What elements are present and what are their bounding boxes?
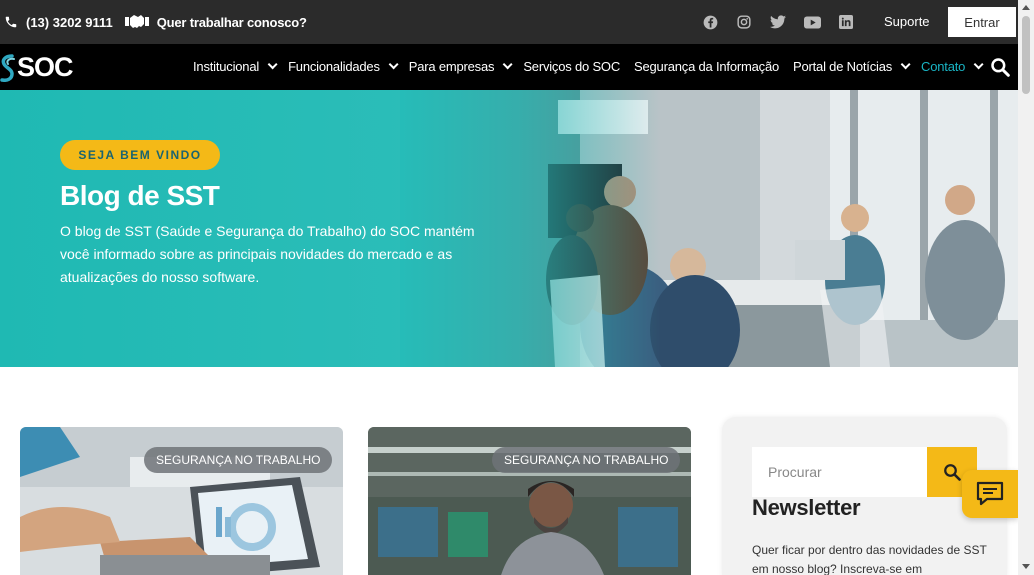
nav-item-portal-de-noticias[interactable]: Portal de Notícias: [793, 59, 911, 74]
chevron-down-icon: [973, 59, 984, 70]
page-scrollbar[interactable]: [1018, 0, 1034, 575]
work-with-us-link[interactable]: Quer trabalhar conosco?: [124, 14, 307, 30]
nav-item-funcionalidades[interactable]: Funcionalidades: [288, 59, 399, 74]
search-icon[interactable]: [990, 57, 1010, 82]
chevron-down-icon: [502, 59, 513, 70]
newsletter-text: Quer ficar por dentro das novidades de S…: [752, 543, 987, 575]
blog-card[interactable]: SEGURANÇA NO TRABALHO: [368, 427, 691, 575]
hero-description: O blog de SST (Saúde e Segurança do Trab…: [60, 223, 475, 285]
chevron-down-icon: [388, 59, 399, 70]
page: (13) 3202 9111 Quer trabalhar conosco? S…: [0, 0, 1034, 575]
blog-card[interactable]: SEGURANÇA NO TRABALHO: [20, 427, 343, 575]
nav-item-institucional[interactable]: Institucional: [193, 59, 278, 74]
search-icon: [944, 464, 961, 481]
search-input[interactable]: Procurar: [752, 447, 928, 497]
soc-logo-mark: [0, 53, 15, 82]
nav-item-label: Funcionalidades: [288, 59, 380, 74]
nav-item-label: Serviços do SOC: [523, 59, 621, 74]
category-tag[interactable]: SEGURANÇA NO TRABALHO: [144, 447, 333, 473]
nav-item-label: Contato: [921, 59, 966, 74]
scrollbar-thumb[interactable]: [1022, 16, 1030, 94]
instagram-icon[interactable]: [734, 12, 754, 32]
nav-item-para-empresas[interactable]: Para empresas: [408, 59, 513, 74]
newsletter-title: Newsletter: [752, 495, 861, 520]
linkedin-icon[interactable]: [836, 12, 856, 32]
nav-item-label: Para empresas: [408, 59, 495, 74]
facebook-icon[interactable]: [700, 12, 720, 32]
phone-link[interactable]: (13) 3202 9111: [4, 15, 113, 30]
nav-item-servicos-do-soc[interactable]: Serviços do SOC: [523, 59, 620, 74]
welcome-badge: SEJA BEM VINDO: [60, 140, 220, 170]
nav-menu: Institucional Funcionalidades Para empre…: [193, 59, 994, 74]
social-links: [700, 12, 856, 32]
nav-item-label: Portal de Notícias: [793, 59, 893, 74]
soc-logo[interactable]: SOC: [0, 52, 74, 83]
nav-item-seguranca-da-informacao[interactable]: Segurança da Informação: [634, 59, 779, 74]
chevron-down-icon: [267, 59, 278, 70]
chat-icon: [976, 481, 1004, 506]
main-nav: SOC Institucional Funcionalidades Para e…: [0, 44, 1018, 90]
phone-icon: [5, 16, 17, 28]
chevron-down-icon: [900, 59, 911, 70]
twitter-icon[interactable]: [768, 12, 788, 32]
phone-number: (13) 3202 9111: [26, 14, 113, 30]
support-link[interactable]: Suporte: [884, 14, 930, 29]
nav-item-label: Segurança da Informação: [634, 59, 780, 74]
page-title: Blog de SST: [60, 180, 220, 211]
youtube-icon[interactable]: [802, 12, 822, 32]
hero-banner: SEJA BEM VINDO Blog de SST O blog de SST…: [0, 90, 1018, 367]
handshake-icon: [124, 15, 149, 28]
category-tag[interactable]: SEGURANÇA NO TRABALHO: [492, 447, 681, 473]
nav-item-label: Institucional: [193, 59, 260, 74]
logo-text: SOC: [17, 52, 74, 82]
top-bar: (13) 3202 9111 Quer trabalhar conosco? S…: [0, 0, 1018, 44]
chat-button[interactable]: [962, 470, 1018, 518]
login-button[interactable]: Entrar: [948, 7, 1016, 37]
nav-item-contato[interactable]: Contato: [921, 59, 984, 74]
scroll-down-arrow-icon[interactable]: [1022, 564, 1030, 569]
work-with-us-label: Quer trabalhar conosco?: [156, 14, 307, 30]
scroll-up-arrow-icon[interactable]: [1022, 5, 1030, 10]
